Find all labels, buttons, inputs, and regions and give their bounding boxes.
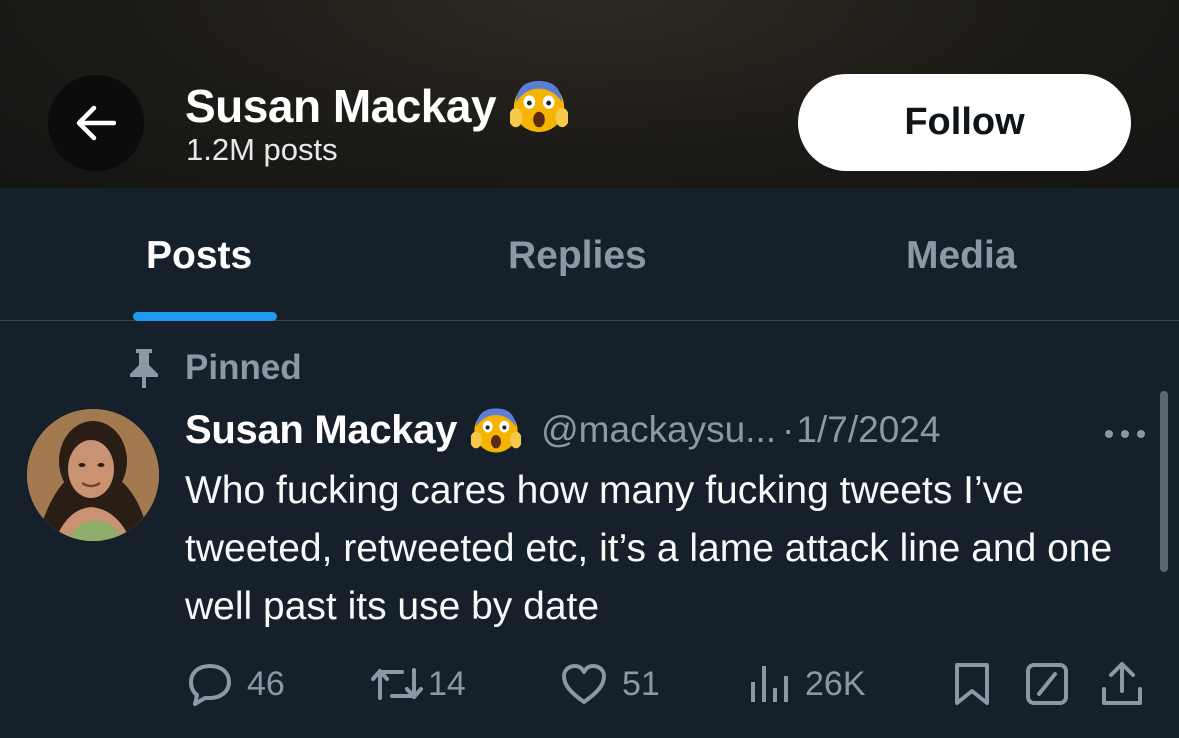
- tab-media[interactable]: Media: [906, 234, 1017, 278]
- tweet-text: Who fucking cares how many fucking tweet…: [185, 469, 1113, 628]
- grok-icon: [1026, 663, 1068, 705]
- scream-emoji-icon: [471, 408, 522, 453]
- repost-count: 14: [428, 664, 466, 703]
- profile-name: Susan Mackay: [185, 78, 569, 134]
- views-icon: [751, 666, 788, 702]
- tweet-date[interactable]: 1/7/2024: [796, 409, 940, 451]
- like-count: 51: [622, 664, 660, 703]
- separator-dot: ·: [782, 409, 795, 450]
- repost-button[interactable]: 14: [370, 658, 466, 710]
- repost-icon: [371, 668, 423, 700]
- tweet-actions: 46 14 51 26K: [0, 658, 1179, 710]
- share-icon: [1102, 662, 1142, 705]
- bookmark-button[interactable]: [953, 658, 991, 710]
- like-button[interactable]: 51: [560, 658, 660, 710]
- post-count: 1.2M posts: [186, 132, 338, 167]
- reply-button[interactable]: 46: [187, 658, 285, 710]
- profile-tabs: Posts Replies Media: [0, 188, 1179, 321]
- more-horizontal-icon: [1105, 430, 1145, 438]
- reply-icon: [189, 664, 231, 706]
- bookmark-icon: [955, 663, 989, 705]
- pin-icon: [130, 349, 158, 388]
- views-count: 26K: [805, 664, 866, 703]
- tweet-header: Susan Mackay @mackaysu... · 1/7/2024: [185, 404, 940, 456]
- profile-name-text: Susan Mackay: [185, 80, 497, 132]
- scrollbar[interactable]: [1160, 391, 1168, 572]
- views-button[interactable]: 26K: [747, 658, 866, 710]
- tweet-author-name[interactable]: Susan Mackay: [185, 408, 457, 453]
- back-button[interactable]: [48, 75, 144, 171]
- follow-button[interactable]: Follow: [798, 74, 1131, 171]
- pinned-indicator: Pinned: [127, 346, 302, 390]
- grok-button[interactable]: [1025, 658, 1069, 710]
- reply-count: 46: [247, 664, 285, 703]
- tab-replies[interactable]: Replies: [508, 234, 647, 278]
- tweet-author-handle[interactable]: @mackaysu...: [541, 409, 776, 451]
- profile-header: Susan Mackay 1.2M posts Follow: [0, 0, 1179, 188]
- pinned-label: Pinned: [185, 348, 302, 387]
- more-options-button[interactable]: [1104, 426, 1146, 444]
- avatar-image: [27, 409, 159, 541]
- heart-icon: [562, 664, 606, 704]
- share-button[interactable]: [1100, 658, 1144, 710]
- avatar[interactable]: [27, 409, 159, 541]
- arrow-left-icon: [76, 105, 116, 141]
- active-tab-indicator: [133, 312, 277, 321]
- scream-emoji-icon: [510, 80, 569, 133]
- tab-posts[interactable]: Posts: [146, 234, 252, 278]
